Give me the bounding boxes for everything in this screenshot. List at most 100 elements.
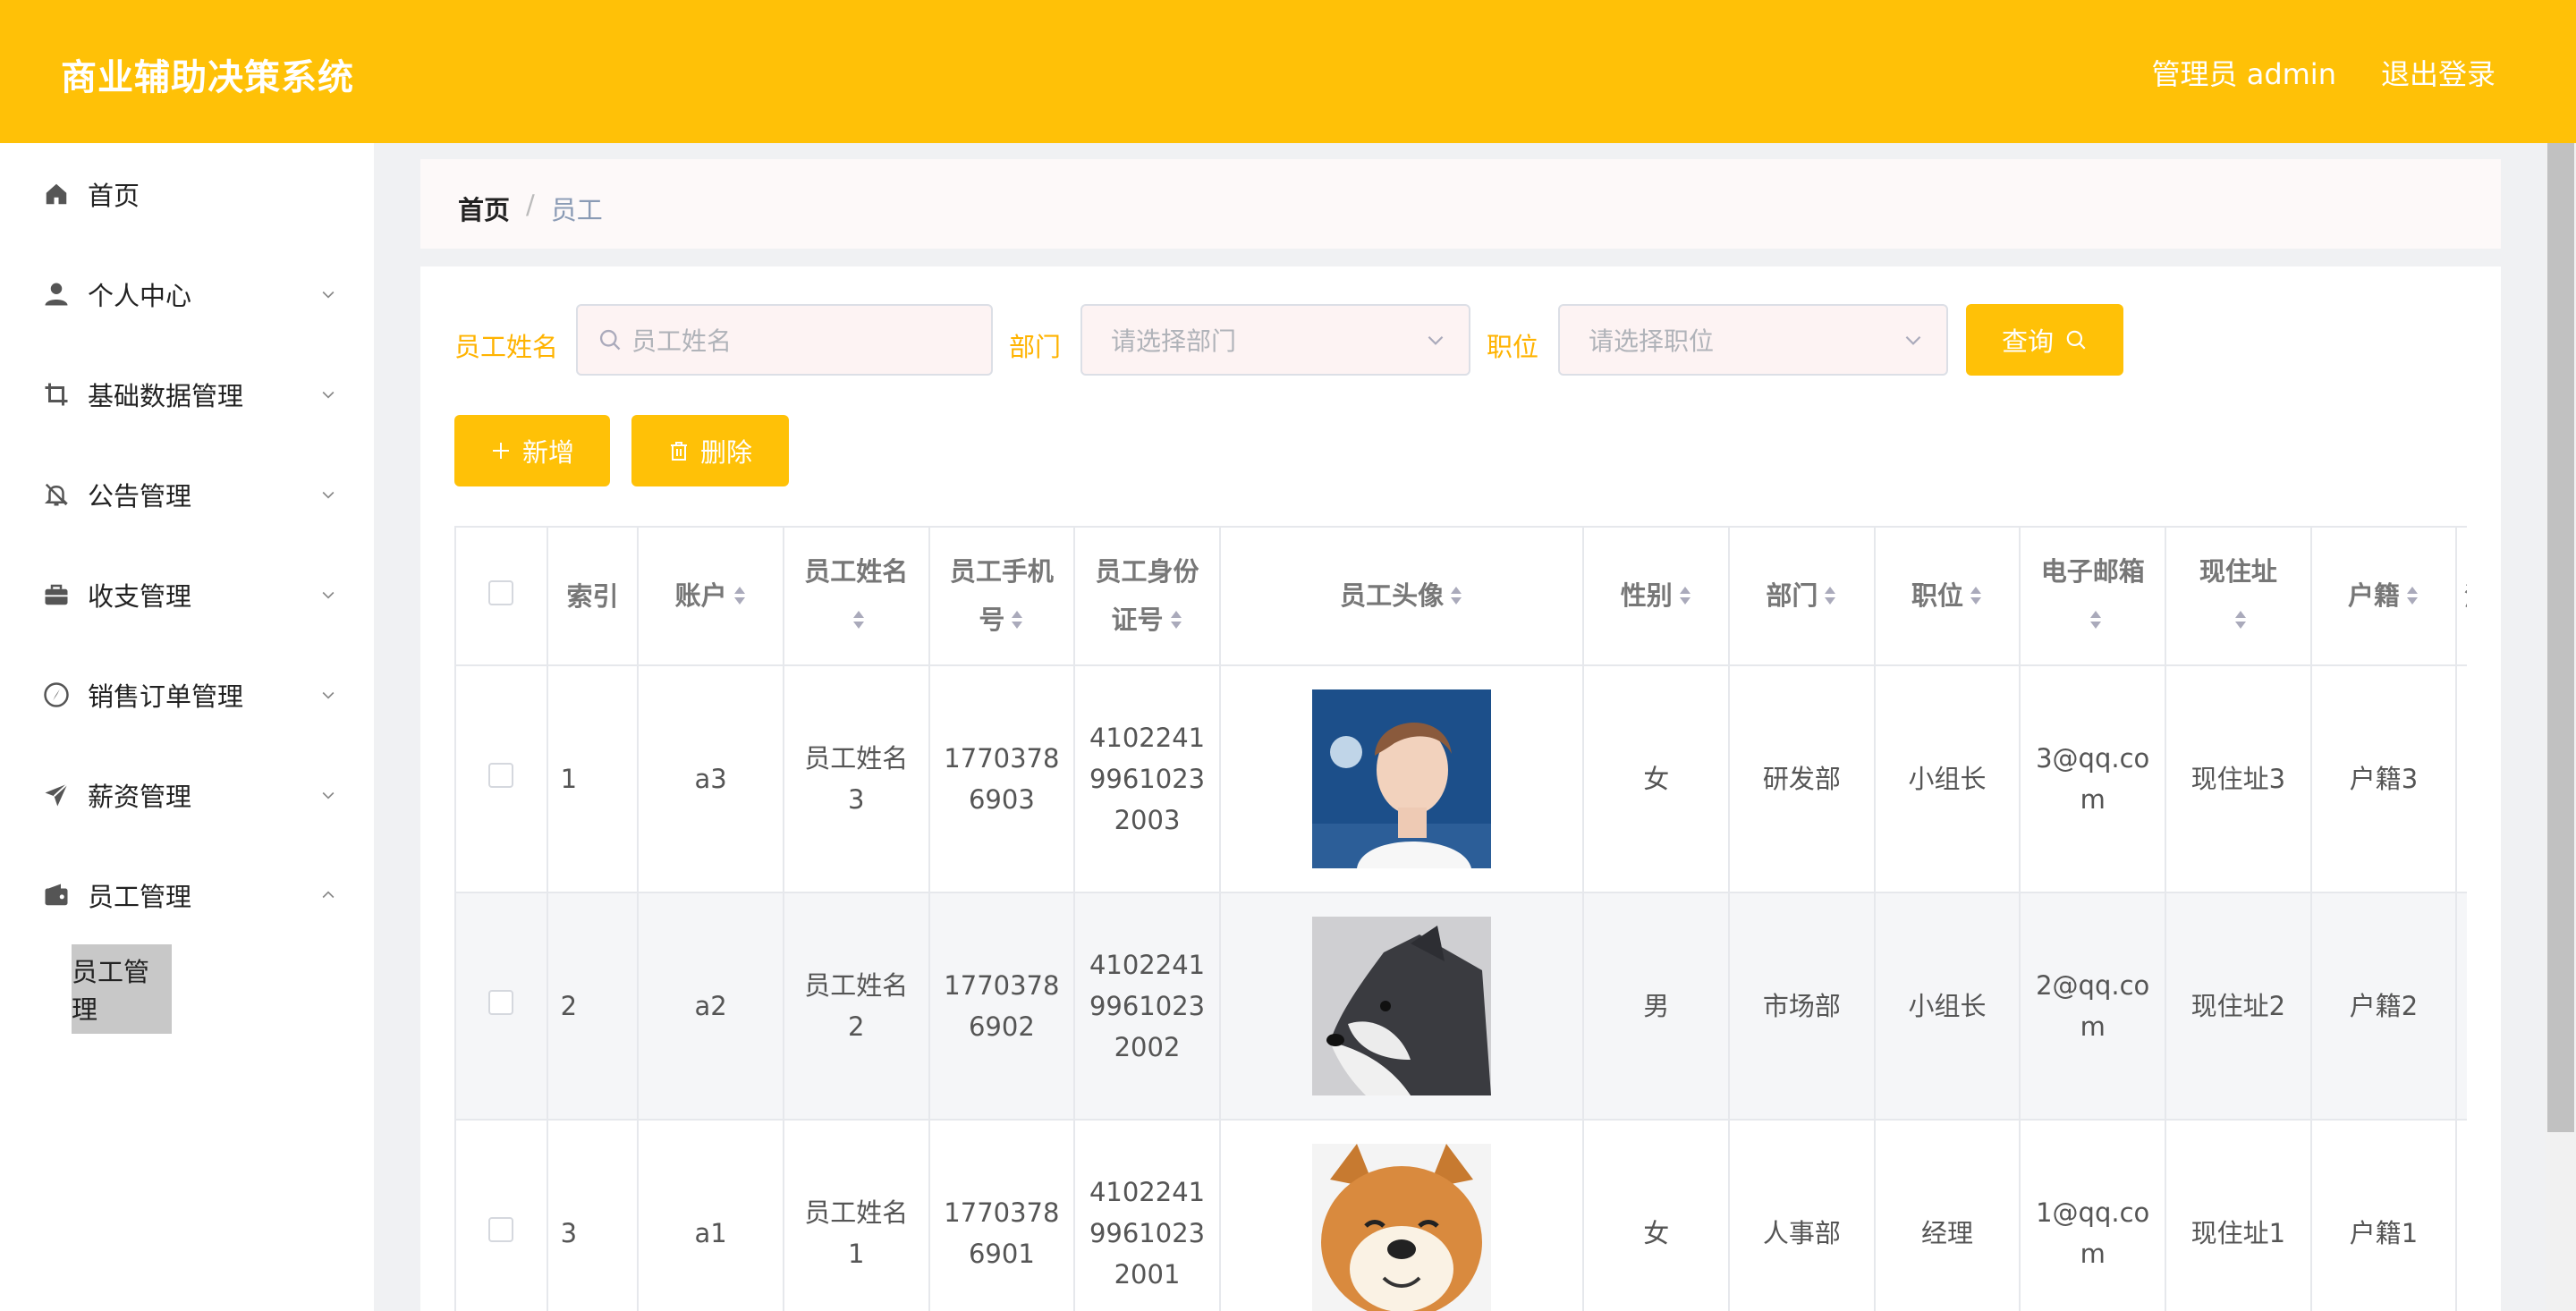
- chevron-down-icon: [318, 784, 339, 806]
- sidebar-item-home[interactable]: 首页: [0, 154, 374, 234]
- admin-user-link[interactable]: 管理员 admin: [2152, 52, 2336, 93]
- cell-department: 市场部: [1729, 892, 1876, 1121]
- sidebar-item-label: 个人中心: [88, 281, 192, 311]
- search-icon: [2064, 328, 2088, 351]
- cell-hukou: 户籍1: [2310, 1120, 2458, 1311]
- sort-icon[interactable]: [2233, 597, 2248, 646]
- column-header-department[interactable]: 部门: [1729, 528, 1876, 666]
- sidebar-item-announcements[interactable]: 公告管理: [0, 454, 374, 535]
- sort-icon[interactable]: [1010, 597, 1024, 646]
- sort-icon[interactable]: [1449, 573, 1463, 622]
- trash-icon: [668, 440, 690, 461]
- sidebar-item-label: 薪资管理: [88, 782, 192, 812]
- send-icon: [41, 780, 72, 810]
- wallet-icon: [41, 880, 72, 910]
- select-all-cell: [456, 528, 548, 666]
- add-button[interactable]: 新增: [454, 415, 610, 486]
- cell-name: 员工姓名1: [783, 1120, 930, 1311]
- row-checkbox[interactable]: [488, 763, 514, 788]
- cell-account: a1: [638, 1120, 784, 1311]
- sidebar: 首页 个人中心 基础数据管理 公告管理 收支管理 销售订单管理 薪资管理 员工管…: [0, 143, 374, 1311]
- table-row[interactable]: 3 a1 员工姓名1 17703786901 41022419961023200…: [456, 1120, 2467, 1311]
- column-header-phone[interactable]: 员工手机号: [928, 528, 1076, 666]
- cell-added: 20-2: [2456, 892, 2467, 1121]
- query-button-label: 查询: [2001, 326, 2054, 357]
- sort-icon[interactable]: [1823, 573, 1837, 622]
- column-header-idcard[interactable]: 员工身份证号: [1074, 528, 1221, 666]
- row-checkbox[interactable]: [488, 1217, 514, 1242]
- column-header-avatar[interactable]: 员工头像: [1219, 528, 1585, 666]
- avatar-image[interactable]: [1312, 689, 1492, 868]
- row-checkbox[interactable]: [488, 990, 514, 1015]
- cell-address: 现住址2: [2165, 892, 2312, 1121]
- sidebar-item-sales-orders[interactable]: 销售订单管理: [0, 655, 374, 735]
- sort-icon[interactable]: [2089, 597, 2103, 646]
- sidebar-item-label: 收支管理: [88, 581, 192, 612]
- breadcrumb-separator: /: [526, 190, 535, 220]
- sort-icon[interactable]: [852, 597, 866, 646]
- delete-button-label: 删除: [699, 437, 752, 468]
- cell-idcard: 410224199610232001: [1074, 1120, 1221, 1311]
- select-all-checkbox[interactable]: [488, 579, 514, 605]
- cell-index: 2: [547, 892, 640, 1121]
- cell-phone: 17703786902: [928, 892, 1076, 1121]
- employee-name-input[interactable]: 员工姓名: [576, 304, 993, 376]
- breadcrumb-home[interactable]: 首页: [458, 190, 510, 227]
- cell-department: 人事部: [1729, 1120, 1876, 1311]
- user-icon: [41, 279, 72, 309]
- sidebar-item-salary[interactable]: 薪资管理: [0, 755, 374, 835]
- delete-button[interactable]: 删除: [631, 415, 789, 486]
- table-header-row: 索引 账户 员工姓名 员工手机号 员工身份证号 员工头像 性别 部门 职位 电子…: [456, 528, 2467, 666]
- position-placeholder: 请选择职位: [1589, 326, 1715, 356]
- sort-icon[interactable]: [2405, 573, 2419, 622]
- column-header-address[interactable]: 现住址: [2165, 528, 2312, 666]
- sort-icon[interactable]: [1678, 573, 1692, 622]
- sidebar-item-basic-data[interactable]: 基础数据管理: [0, 354, 374, 435]
- cell-email: 3@qq.com: [2020, 665, 2167, 893]
- cell-address: 现住址3: [2165, 665, 2312, 893]
- sort-icon[interactable]: [1969, 573, 1983, 622]
- avatar-image[interactable]: [1312, 1144, 1492, 1311]
- sort-icon[interactable]: [1169, 597, 1183, 646]
- avatar-image[interactable]: [1312, 917, 1492, 1095]
- sidebar-item-personal-center[interactable]: 个人中心: [0, 254, 374, 334]
- logout-button[interactable]: 退出登录: [2381, 52, 2496, 93]
- cell-name: 员工姓名3: [783, 665, 930, 893]
- department-select[interactable]: 请选择部门: [1080, 304, 1470, 376]
- cell-gender: 女: [1583, 665, 1731, 893]
- column-header-gender[interactable]: 性别: [1583, 528, 1731, 666]
- cell-account: a2: [638, 892, 784, 1121]
- position-select[interactable]: 请选择职位: [1558, 304, 1948, 376]
- sort-icon[interactable]: [733, 573, 747, 622]
- sidebar-item-label: 基础数据管理: [88, 381, 244, 411]
- department-placeholder: 请选择部门: [1111, 326, 1237, 356]
- employee-table: 索引 账户 员工姓名 员工手机号 员工身份证号 员工头像 性别 部门 职位 电子…: [454, 526, 2467, 1311]
- column-header-name[interactable]: 员工姓名: [783, 528, 930, 666]
- sidebar-subitem-employee-management[interactable]: 员工管理: [72, 944, 172, 1034]
- column-header-hukou[interactable]: 户籍: [2310, 528, 2458, 666]
- table-row[interactable]: 2 a2 员工姓名2 17703786902 41022419961023200…: [456, 892, 2467, 1121]
- crop-icon: [41, 379, 72, 410]
- column-header-added[interactable]: 添: [2456, 528, 2467, 666]
- scrollbar-thumb[interactable]: [2547, 143, 2574, 1132]
- sidebar-item-income-expense[interactable]: 收支管理: [0, 554, 374, 635]
- cell-avatar: [1219, 1120, 1585, 1311]
- briefcase-icon: [41, 579, 72, 610]
- column-header-position[interactable]: 职位: [1874, 528, 2021, 666]
- cell-avatar: [1219, 665, 1585, 893]
- chevron-down-icon: [1902, 328, 1925, 351]
- chevron-down-icon: [318, 484, 339, 505]
- query-button[interactable]: 查询: [1966, 304, 2123, 376]
- column-header-account[interactable]: 账户: [638, 528, 784, 666]
- table-row[interactable]: 1 a3 员工姓名3 17703786903 41022419961023200…: [456, 665, 2467, 893]
- department-label: 部门: [1009, 332, 1062, 362]
- cell-email: 2@qq.com: [2020, 892, 2167, 1121]
- cell-added: 20-2: [2456, 665, 2467, 893]
- column-header-index: 索引: [547, 528, 640, 666]
- cell-idcard: 410224199610232002: [1074, 892, 1221, 1121]
- cell-phone: 17703786901: [928, 1120, 1076, 1311]
- compass-icon: [41, 680, 72, 710]
- employee-name-label: 员工姓名: [454, 332, 559, 362]
- column-header-email[interactable]: 电子邮箱: [2020, 528, 2167, 666]
- sidebar-item-employee-management[interactable]: 员工管理: [0, 855, 374, 935]
